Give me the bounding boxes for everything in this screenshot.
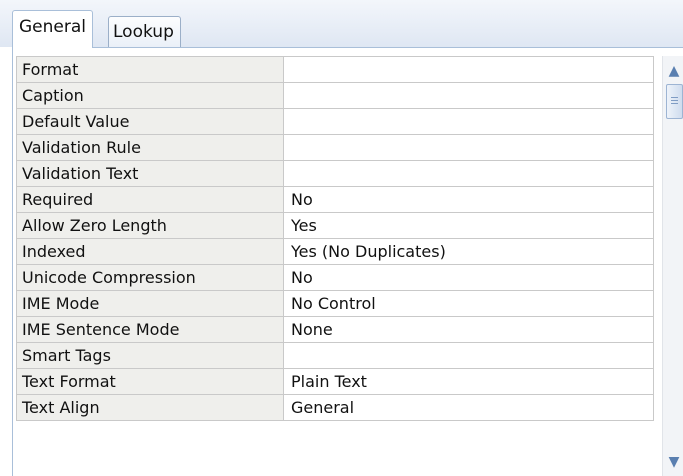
property-label: Validation Rule [16,134,284,161]
property-value-field[interactable] [283,342,654,369]
property-label: Text Align [16,394,284,421]
property-row: Text Align General [16,394,654,421]
property-value-field[interactable] [283,82,654,109]
property-row: Validation Text [16,160,654,187]
property-row: Unicode Compression No [16,264,654,291]
property-row: Smart Tags [16,342,654,369]
scroll-thumb[interactable] [666,84,683,119]
property-label: Unicode Compression [16,264,284,291]
property-value-field[interactable]: General [283,394,654,421]
property-label: Default Value [16,108,284,135]
property-label: Indexed [16,238,284,265]
field-properties-pane: General Lookup Format Caption Default Valu… [0,0,683,476]
property-row: Required No [16,186,654,213]
property-row: IME Mode No Control [16,290,654,317]
property-value-field[interactable]: No [283,186,654,213]
property-row: Indexed Yes (No Duplicates) [16,238,654,265]
property-value-field[interactable] [283,160,654,187]
property-row: Validation Rule [16,134,654,161]
property-row: Caption [16,82,654,109]
grip-line [671,97,678,98]
property-label: Allow Zero Length [16,212,284,239]
property-value-field[interactable]: Plain Text [283,368,654,395]
grip-line [671,100,678,101]
property-value-field[interactable]: None [283,316,654,343]
property-label: Validation Text [16,160,284,187]
vertical-scrollbar[interactable]: ▲ ▼ [662,56,683,476]
property-grid: Format Caption Default Value Validation Rul… [16,56,654,421]
property-value-field[interactable] [283,56,654,83]
property-label: Required [16,186,284,213]
property-row: Allow Zero Length Yes [16,212,654,239]
tab-strip: General Lookup [0,0,683,48]
property-row: Format [16,56,654,83]
tab-lookup[interactable]: Lookup [108,16,181,47]
property-row: IME Sentence Mode None [16,316,654,343]
property-value-field[interactable]: No [283,264,654,291]
property-row: Text Format Plain Text [16,368,654,395]
property-value-field[interactable]: Yes [283,212,654,239]
property-value-field[interactable] [283,108,654,135]
chevron-down-icon[interactable]: ▼ [663,451,683,473]
properties-panel: Format Caption Default Value Validation Rul… [12,47,683,476]
property-label: Format [16,56,284,83]
property-value-field[interactable]: No Control [283,290,654,317]
property-label: Smart Tags [16,342,284,369]
property-label: Text Format [16,368,284,395]
property-label: Caption [16,82,284,109]
property-value-field[interactable]: Yes (No Duplicates) [283,238,654,265]
property-label: IME Sentence Mode [16,316,284,343]
property-row: Default Value [16,108,654,135]
property-value-field[interactable] [283,134,654,161]
tab-general[interactable]: General [12,10,93,48]
chevron-up-icon[interactable]: ▲ [663,60,683,82]
property-label: IME Mode [16,290,284,317]
grip-line [671,103,678,104]
